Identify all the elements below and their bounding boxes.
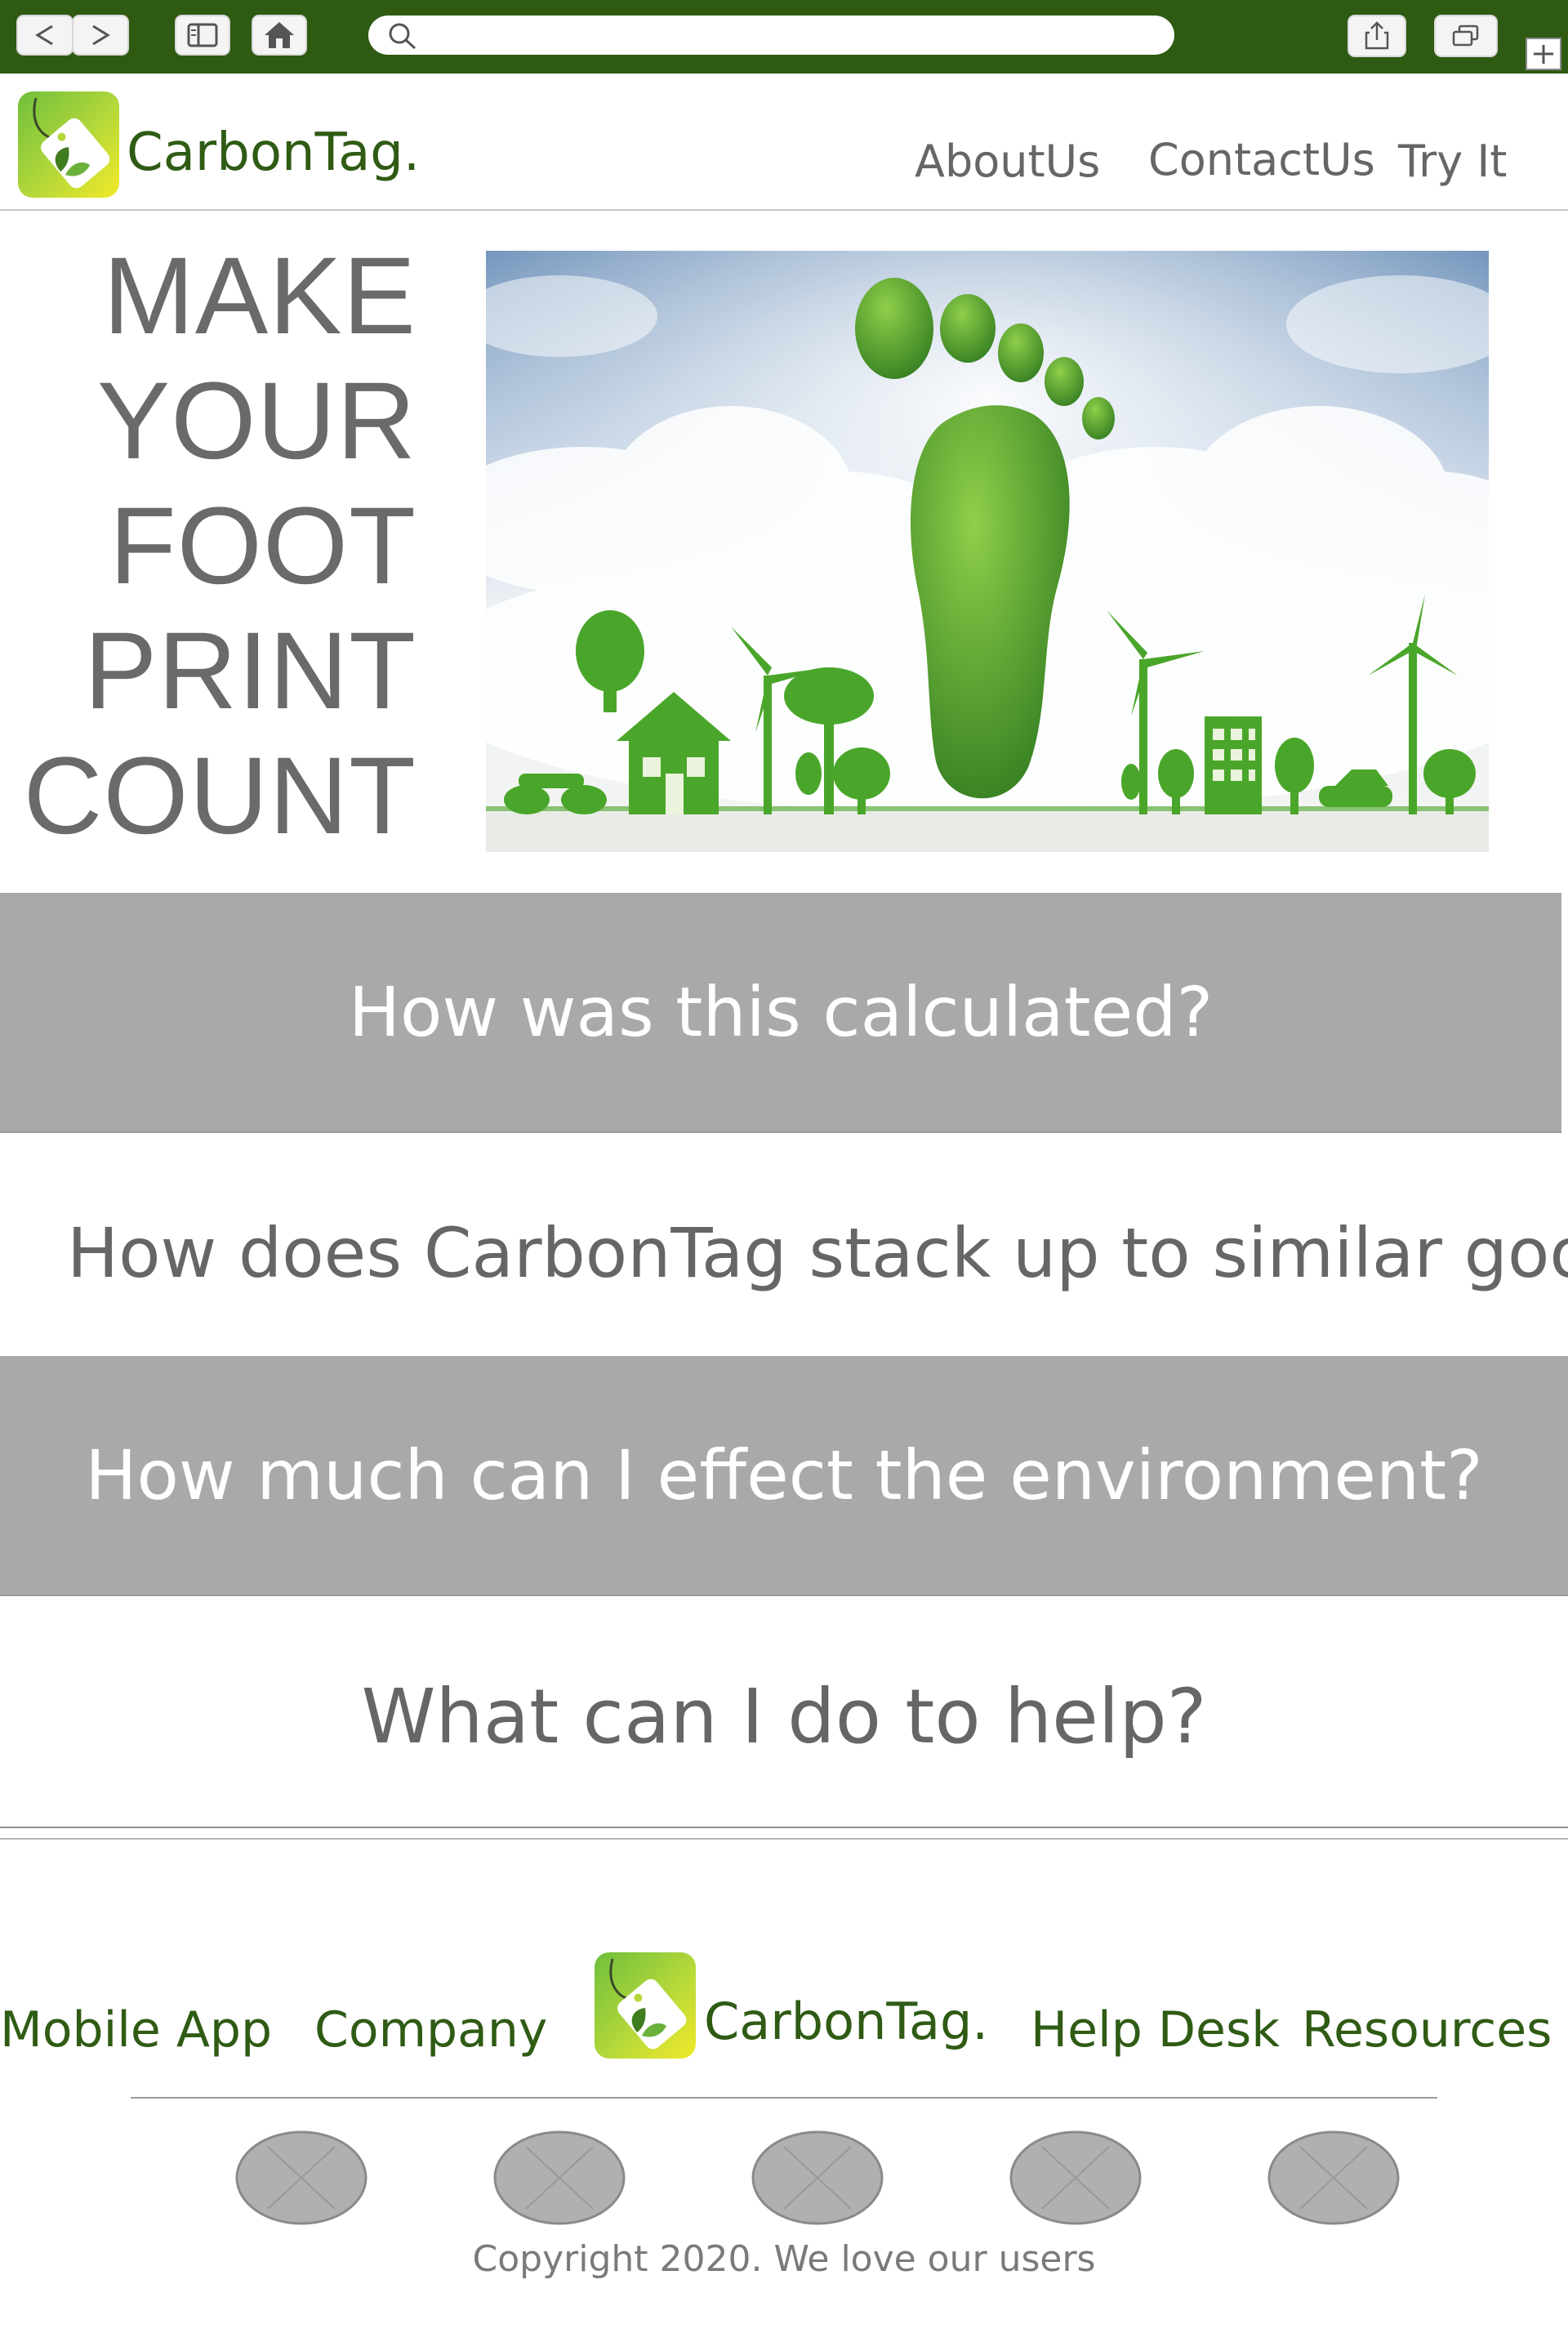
social-icon-placeholder[interactable]: [1267, 2130, 1400, 2225]
new-tab-button[interactable]: [1526, 38, 1561, 70]
tabs-icon: [1452, 25, 1479, 47]
faq-item-environment[interactable]: How much can I effect the environment?: [0, 1356, 1568, 1596]
search-icon: [389, 23, 416, 50]
back-button[interactable]: [16, 15, 74, 56]
sidebar-button[interactable]: [175, 15, 230, 56]
faq-item-calculation[interactable]: How was this calculated?: [0, 893, 1561, 1133]
faq-label: What can I do to help?: [361, 1672, 1207, 1760]
copyright-text: Copyright 2020. We love our users: [472, 2238, 1096, 2280]
footer-link-resources[interactable]: Resources: [1302, 2001, 1552, 2059]
logo-tag-icon: [18, 91, 119, 198]
nav-about-us[interactable]: AboutUs: [915, 136, 1100, 187]
footer-link-mobile-app[interactable]: Mobile App: [0, 2001, 272, 2059]
share-button[interactable]: [1348, 15, 1406, 57]
footer-link-help-desk[interactable]: Help Desk: [1031, 2001, 1280, 2059]
footer-link-company[interactable]: Company: [314, 2001, 547, 2059]
section-divider: [0, 1838, 1568, 1840]
share-icon: [1365, 21, 1389, 50]
hero-line-2: YOUR: [96, 360, 416, 482]
address-bar[interactable]: [368, 16, 1174, 55]
header-divider: [0, 209, 1568, 211]
header-brand[interactable]: CarbonTag.: [127, 123, 420, 183]
sidebar-icon: [187, 23, 218, 47]
faq-label: How does CarbonTag stack up to similar g…: [67, 1213, 1568, 1293]
faq-label: How much can I effect the environment?: [85, 1435, 1483, 1515]
social-icon-placeholder[interactable]: [493, 2130, 626, 2225]
forward-button[interactable]: [72, 15, 129, 56]
hero-line-1: MAKE: [103, 235, 416, 357]
hero-line-4: PRINT: [84, 610, 416, 732]
section-divider: [0, 1827, 1568, 1828]
hero-line-3: FOOT: [109, 485, 416, 607]
header-logo[interactable]: [18, 91, 119, 198]
hero-line-5: COUNT: [23, 735, 416, 857]
plus-icon: [1534, 45, 1553, 64]
faq-label: How was this calculated?: [348, 972, 1214, 1052]
nav-try-it[interactable]: Try It: [1398, 136, 1507, 187]
faq-item-help[interactable]: What can I do to help?: [0, 1596, 1568, 1836]
footer-divider: [131, 2097, 1437, 2099]
social-icon-placeholder[interactable]: [1009, 2130, 1142, 2225]
footer-brand: CarbonTag.: [704, 1992, 989, 2051]
nav-contact-us[interactable]: ContactUs: [1148, 134, 1375, 185]
footer-logo-tag-icon[interactable]: [595, 1952, 696, 2059]
tabs-button[interactable]: [1434, 15, 1498, 57]
social-icon-placeholder[interactable]: [235, 2130, 368, 2225]
social-icon-placeholder[interactable]: [751, 2130, 884, 2225]
faq-item-comparison[interactable]: How does CarbonTag stack up to similar g…: [0, 1133, 1568, 1373]
home-button[interactable]: [252, 15, 307, 56]
hero-footprint-image: [486, 251, 1489, 852]
chevron-right-icon: [92, 25, 110, 46]
home-icon: [265, 22, 294, 48]
chevron-left-icon: [35, 25, 53, 46]
